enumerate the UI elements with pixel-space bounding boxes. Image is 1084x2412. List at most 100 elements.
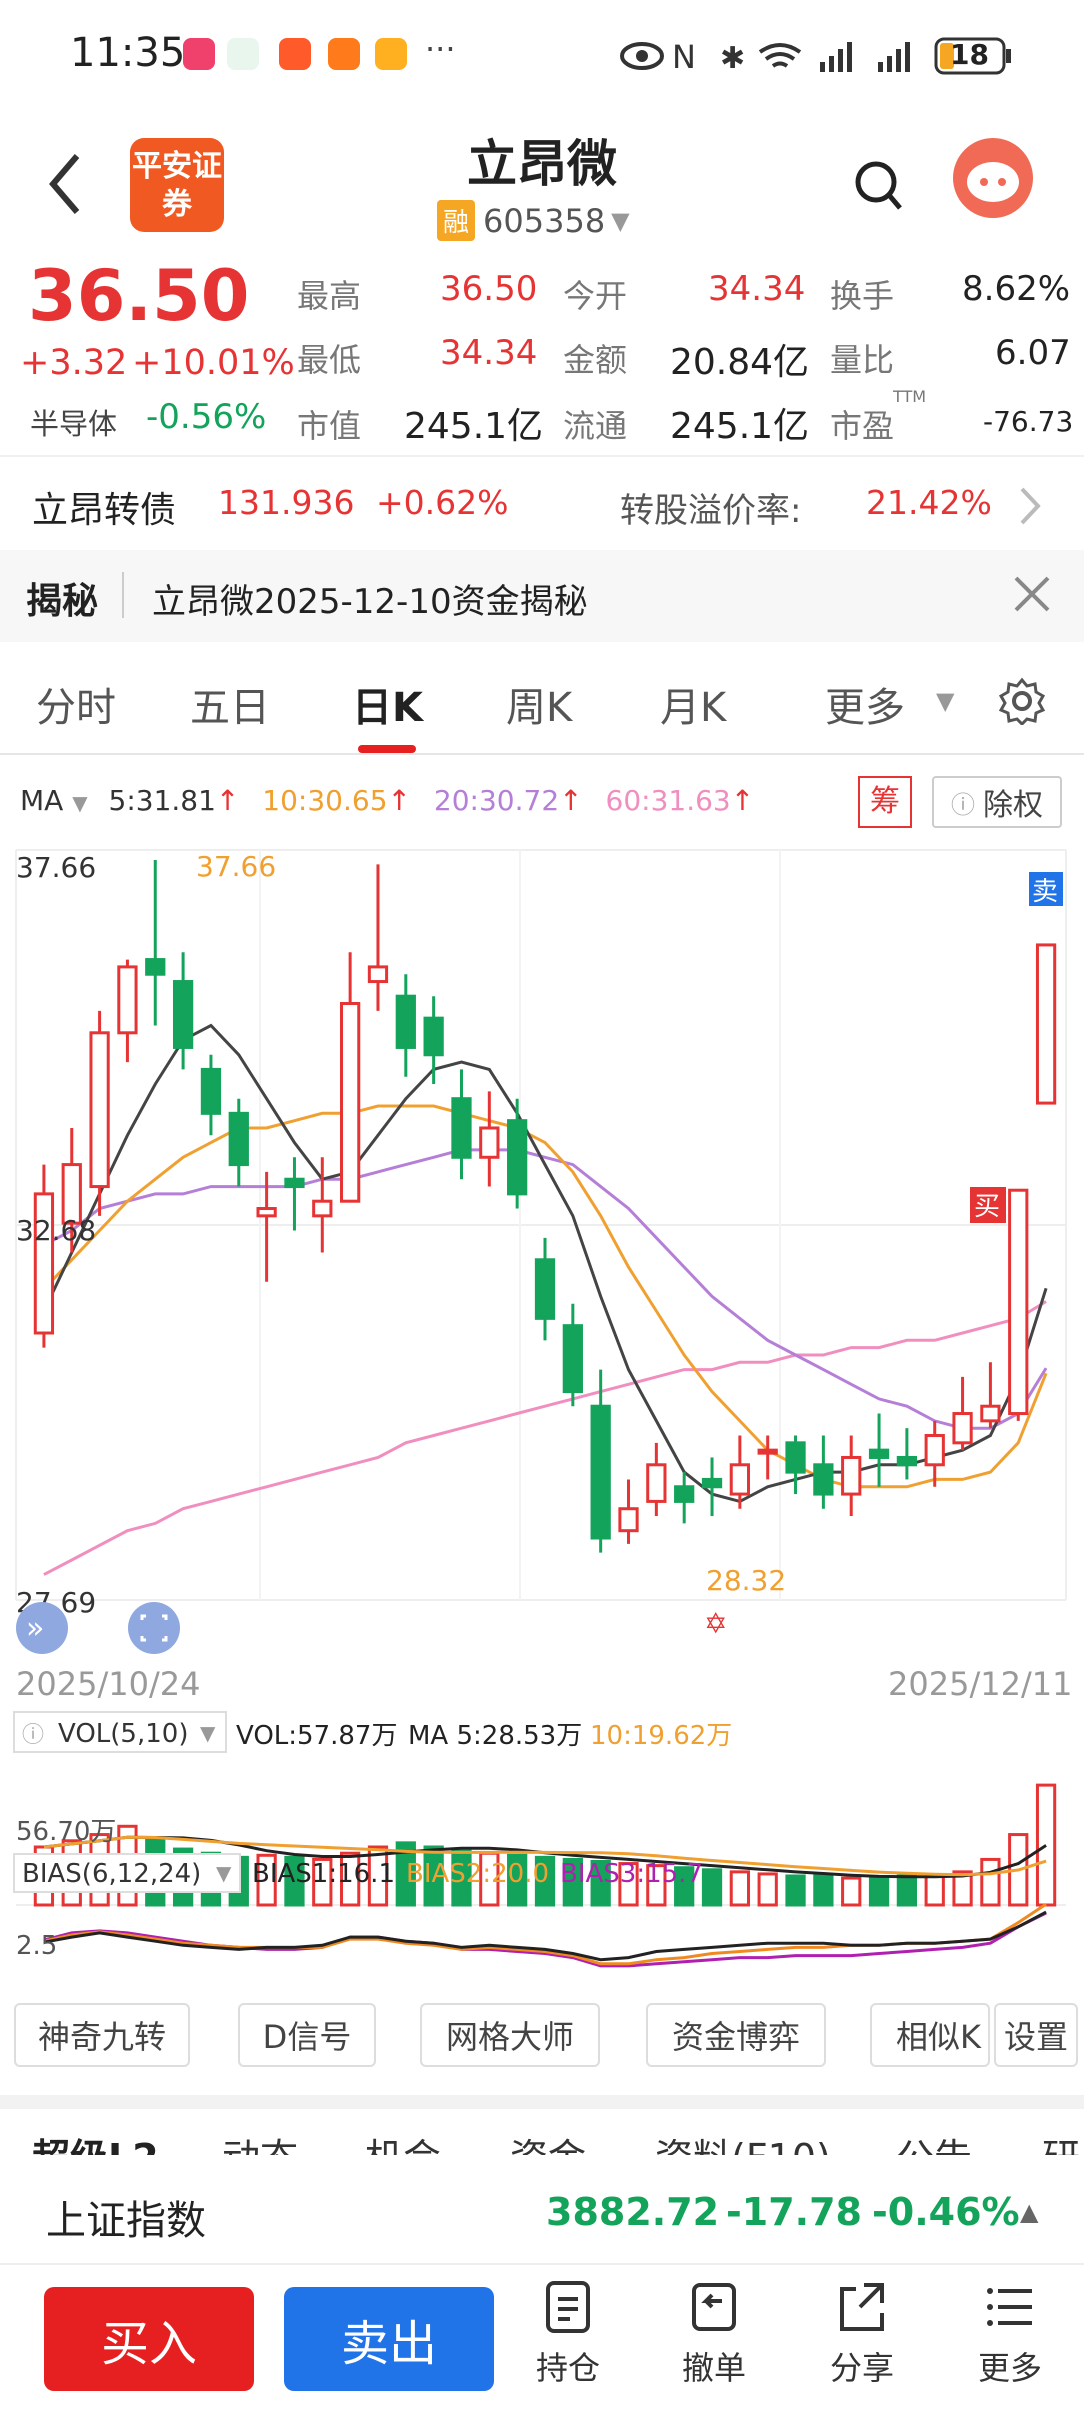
magic-nine-button[interactable]: 神奇九转 <box>14 2003 190 2067</box>
stock-code-row[interactable]: 融 605358 ▼ <box>437 200 630 241</box>
more-button[interactable]: 更多 <box>950 2279 1070 2389</box>
candle-body <box>757 1448 778 1455</box>
fund-battle-button[interactable]: 资金博弈 <box>646 2003 826 2067</box>
candle-body <box>701 1477 723 1489</box>
subtab-research[interactable]: 研 <box>1042 2127 1080 2155</box>
candle-body <box>646 1463 667 1503</box>
assistant-avatar[interactable] <box>953 138 1033 218</box>
candle-body <box>340 1002 361 1203</box>
star-event-icon[interactable]: ✡ <box>704 1607 727 1640</box>
tab-monthly-k[interactable]: 月K <box>660 675 726 733</box>
volume-ratio-label: 量比 <box>830 341 895 379</box>
grid-master-button[interactable]: 网格大师 <box>420 2003 600 2067</box>
volume-bar <box>980 1857 1001 1907</box>
notification-app-icon <box>375 38 407 70</box>
search-icon[interactable] <box>852 158 904 214</box>
chip-distribution-button[interactable]: 筹 <box>858 776 912 828</box>
bias1-value: BIAS1:16.1 <box>252 1859 395 1889</box>
notification-app-icon <box>227 38 259 70</box>
low-label: 最低 <box>297 341 362 379</box>
market-index-bar[interactable]: 上证指数 3882.72 -17.78 -0.46% ▲ <box>0 2160 1084 2265</box>
battery-level: 18 <box>950 38 989 71</box>
subtab-announcements[interactable]: 公告 <box>896 2127 972 2155</box>
candle-body <box>284 1177 305 1189</box>
capital-reveal-banner[interactable]: 揭秘 立昂微2025-12-10资金揭秘 <box>0 550 1084 642</box>
index-name: 上证指数 <box>46 2198 206 2244</box>
divider <box>122 572 124 618</box>
candle-body <box>841 1455 862 1496</box>
tools-settings-button[interactable]: 设置 <box>994 2003 1078 2067</box>
last-price: 36.50 <box>28 255 250 337</box>
d-signal-button[interactable]: D信号 <box>238 2003 376 2067</box>
tab-five-day[interactable]: 五日 <box>190 675 270 733</box>
kline-chart-area[interactable]: MA ▼ 5:31.81↑ 10:30.65↑ 20:30.72↑ 60:31.… <box>0 760 1084 1990</box>
amount-label: 金额 <box>563 341 628 379</box>
convertible-bond-row[interactable]: 立昂转债 131.936 +0.62% 转股溢价率: 21.42% <box>0 455 1084 550</box>
x-axis-start-label: 2025/10/24 <box>16 1665 200 1703</box>
subtab-level2[interactable]: 超级L2 <box>32 2127 159 2155</box>
candle-body <box>534 1258 556 1320</box>
svg-text:▼: ▼ <box>216 1861 232 1885</box>
subtab-f10[interactable]: 资料(F10) <box>655 2127 831 2155</box>
turnover-value: 8.62% <box>962 269 1071 309</box>
chevron-down-icon[interactable]: ▼ <box>72 791 87 815</box>
ma-label: MA <box>20 784 64 817</box>
gear-icon[interactable] <box>998 677 1046 725</box>
notification-app-icon <box>183 38 215 70</box>
fullscreen-icon[interactable] <box>128 1602 180 1654</box>
y-axis-label: 37.66 <box>16 851 96 884</box>
bias2-value: BIAS2:20.0 <box>406 1859 549 1889</box>
tab-more[interactable]: 更多 <box>825 675 905 733</box>
similar-k-button[interactable]: 相似K <box>870 2003 990 2067</box>
holdings-button[interactable]: 持仓 <box>508 2279 628 2389</box>
candle-body <box>868 1448 890 1459</box>
share-icon <box>840 2283 884 2331</box>
stock-code: 605358 <box>483 201 606 240</box>
clock: 11:35 <box>70 30 186 76</box>
candle-body <box>395 994 416 1049</box>
bias-indicator-name: BIAS(6,12,24) <box>22 1859 201 1889</box>
stock-header: 平安证券 立昂微 融 605358 ▼ <box>0 110 1084 255</box>
document-icon <box>546 2281 590 2333</box>
detail-subtabs: 超级L2 动态 机会 资金 资料(F10) 公告 研 <box>0 2095 1084 2155</box>
bias-axis-label: 2.5 <box>16 1931 57 1961</box>
buy-button[interactable]: 买入 <box>44 2287 254 2391</box>
tab-weekly-k[interactable]: 周K <box>506 675 572 733</box>
chevron-up-icon[interactable]: ▲ <box>1020 2198 1038 2226</box>
close-icon[interactable] <box>1012 574 1052 614</box>
open-value: 34.34 <box>708 269 806 309</box>
candle-body <box>117 965 138 1035</box>
candle-body <box>980 1404 1001 1423</box>
candle-body <box>367 965 389 984</box>
tab-intraday[interactable]: 分时 <box>36 675 116 733</box>
high-annotation: 37.66 <box>196 850 276 883</box>
reveal-tag: 揭秘 <box>26 581 99 622</box>
tab-daily-k[interactable]: 日K <box>352 675 423 733</box>
sell-button[interactable]: 卖出 <box>284 2287 494 2391</box>
candle-body <box>729 1463 750 1496</box>
ma60-line <box>43 1300 1047 1576</box>
float-cap-label: 流通 <box>563 407 628 445</box>
reveal-text: 立昂微2025-12-10资金揭秘 <box>152 582 588 622</box>
high-value: 36.50 <box>440 269 538 309</box>
index-price: 3882.72 <box>546 2190 720 2234</box>
ma-legend: MA ▼ 5:31.81↑ 10:30.65↑ 20:30.72↑ 60:31.… <box>20 784 755 817</box>
kline-chart[interactable]: 37.66 32.68 27.69 37.66 28.32 2025/10/24… <box>0 840 1084 1990</box>
sector-label[interactable]: 半导体 <box>30 401 117 443</box>
candle-body <box>200 1067 222 1115</box>
undo-icon <box>692 2283 736 2331</box>
vol-indicator-name: VOL(5,10) <box>58 1719 188 1749</box>
candle-body <box>89 1031 110 1189</box>
share-button[interactable]: 分享 <box>802 2279 922 2389</box>
sell-marker-label: 卖 <box>1032 877 1058 907</box>
vol-axis-label: 56.70万 <box>16 1817 116 1847</box>
subtab-news[interactable]: 动态 <box>222 2127 298 2155</box>
subtab-funds[interactable]: 资金 <box>510 2127 586 2155</box>
ex-right-button[interactable]: ⓘ 除权 <box>932 776 1062 828</box>
cancel-order-button[interactable]: 撤单 <box>654 2279 774 2389</box>
ma10-value: 10:30.65 <box>262 784 388 817</box>
subtab-opportunity[interactable]: 机会 <box>365 2127 441 2155</box>
index-change-pct: -0.46% <box>872 2190 1020 2234</box>
low-value: 34.34 <box>440 333 538 373</box>
volume-bar <box>701 1868 723 1907</box>
